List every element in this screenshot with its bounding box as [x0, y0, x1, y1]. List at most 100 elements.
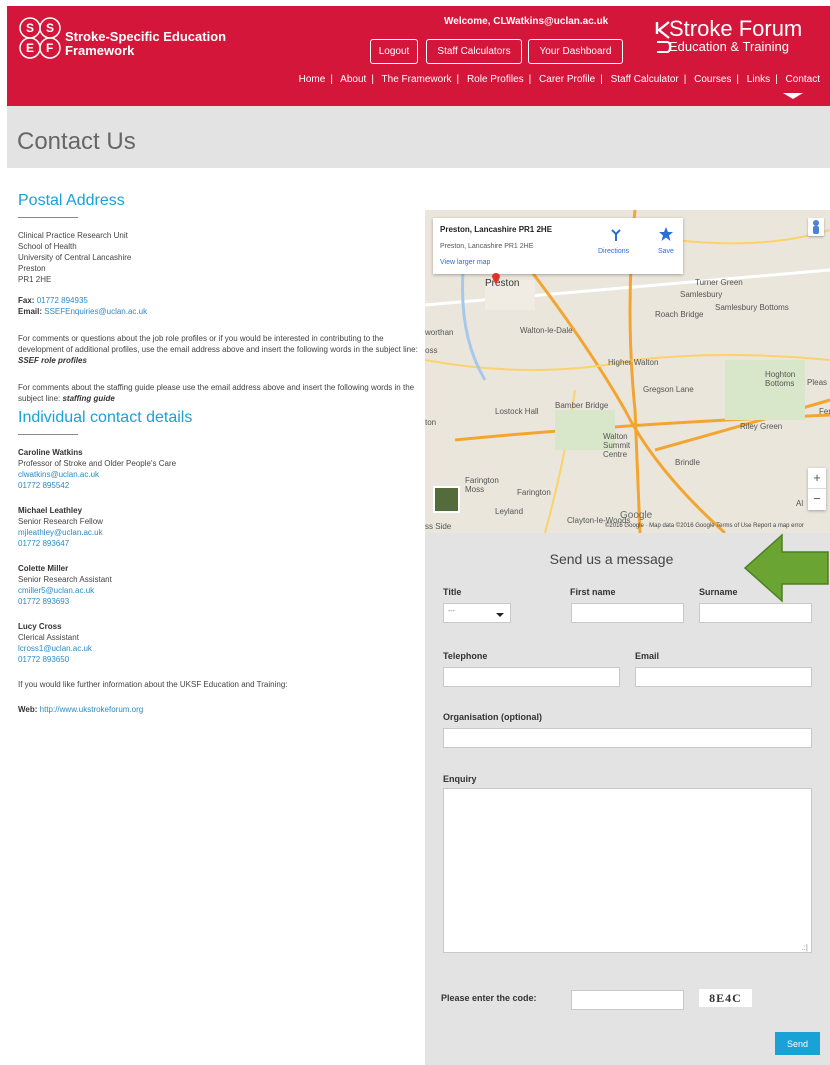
organisation-input[interactable] [443, 728, 812, 748]
contact-email-link[interactable]: cmiller5@uclan.ac.uk [18, 586, 94, 595]
page-title: Contact Us [17, 128, 136, 155]
title-select-value: --- [448, 608, 455, 615]
first-name-input[interactable] [571, 603, 684, 623]
map-place-label: Farington [517, 488, 551, 497]
fax-number-link[interactable]: 01772 894935 [37, 296, 88, 305]
site-logo-text[interactable]: Stroke-Specific Education Framework [65, 30, 226, 58]
nav-carer-profile[interactable]: Carer Profile [539, 74, 595, 85]
contact-form: Send us a message Title --- First name S… [425, 533, 830, 1065]
contact-card: Caroline Watkins Professor of Stroke and… [18, 447, 418, 491]
nav-separator: | [371, 74, 374, 85]
nav-about[interactable]: About [340, 74, 366, 85]
view-larger-map-link[interactable]: View larger map [440, 259, 490, 266]
svg-text:S: S [26, 21, 34, 35]
map-card-title: Preston, Lancashire PR1 2HE [440, 225, 553, 234]
address-line: PR1 2HE [18, 275, 52, 284]
map-place-label: Pleas [807, 378, 828, 387]
directions-icon[interactable] [609, 228, 623, 242]
uk-brand-icon [655, 21, 671, 53]
staff-calculators-button[interactable]: Staff Calculators [426, 39, 522, 64]
individual-contacts-heading: Individual contact details [18, 409, 193, 426]
brand-sub-text: Education & Training [669, 39, 789, 54]
active-nav-caret-icon [783, 93, 803, 99]
nav-role-profiles[interactable]: Role Profiles [467, 74, 524, 85]
title-select[interactable]: --- [443, 603, 511, 623]
contact-role: Senior Research Assistant [18, 575, 112, 584]
send-button[interactable]: Send [775, 1032, 820, 1055]
map-place-label: oss [425, 346, 438, 355]
map-place-label: ton [425, 418, 437, 427]
contact-card: Colette Miller Senior Research Assistant… [18, 563, 418, 607]
contact-email-link[interactable]: clwatkins@uclan.ac.uk [18, 470, 99, 479]
staffing-guide-subject: staffing guide [62, 394, 115, 403]
nav-separator: | [683, 74, 687, 85]
role-profiles-paragraph: For comments or questions about the job … [18, 333, 418, 366]
telephone-label: Telephone [443, 651, 488, 661]
enquiries-email-link[interactable]: SSEFEnquiries@uclan.ac.uk [44, 307, 147, 316]
nav-separator: | [330, 74, 333, 85]
map-place-label: Higher Walton [608, 358, 659, 367]
captcha-input[interactable] [571, 990, 684, 1010]
contact-role: Professor of Stroke and Older People's C… [18, 459, 177, 468]
map-pin-icon[interactable] [492, 273, 500, 285]
logout-button[interactable]: Logout [370, 39, 418, 64]
map-card-subtitle: Preston, Lancashire PR1 2HE [440, 243, 534, 250]
web-label: Web: [18, 705, 38, 714]
enquiry-textarea[interactable] [443, 788, 812, 953]
map-place-label: worthan [425, 328, 454, 337]
contact-email-link[interactable]: lcross1@uclan.ac.uk [18, 644, 92, 653]
role-profiles-subject: SSEF role profiles [18, 356, 87, 365]
contact-email-link[interactable]: mjleathley@uclan.ac.uk [18, 528, 103, 537]
ssef-logo-icon[interactable]: S S E F [17, 16, 63, 62]
contact-name: Lucy Cross [18, 622, 62, 631]
save-star-icon[interactable] [658, 226, 674, 242]
textarea-resize-handle-icon[interactable]: .:| [801, 943, 808, 952]
directions-link[interactable]: Directions [598, 248, 629, 255]
chevron-down-icon [496, 613, 504, 617]
map-place-label: Lostock Hall [495, 407, 539, 416]
role-profiles-text: For comments or questions about the job … [18, 334, 418, 354]
street-view-person-icon[interactable] [808, 218, 824, 236]
contact-phone-link[interactable]: 01772 893647 [18, 539, 69, 548]
map-place-label: Walton Summit Centre [603, 432, 631, 459]
nav-courses[interactable]: Courses [694, 74, 731, 85]
green-arrow-pointer-icon [743, 533, 829, 603]
website-link[interactable]: http://www.ukstrokeforum.org [40, 705, 144, 714]
satellite-toggle-button[interactable] [433, 486, 460, 513]
save-link[interactable]: Save [658, 248, 674, 255]
contact-phone-link[interactable]: 01772 895542 [18, 481, 69, 490]
telephone-input[interactable] [443, 667, 620, 687]
captcha-label: Please enter the code: [441, 993, 537, 1003]
contact-role: Clerical Assistant [18, 633, 79, 642]
contact-phone-link[interactable]: 01772 893693 [18, 597, 69, 606]
logo-text-line2: Framework [65, 43, 135, 58]
postal-address: Clinical Practice Research Unit School o… [18, 230, 418, 285]
zoom-out-button[interactable]: − [808, 489, 826, 510]
svg-text:F: F [46, 41, 53, 55]
page-title-band: Contact Us [7, 106, 830, 168]
nav-the-framework[interactable]: The Framework [382, 74, 452, 85]
logo-text-line1: Stroke-Specific Education [65, 29, 227, 44]
address-line: School of Health [18, 242, 77, 251]
nav-contact[interactable]: Contact [786, 74, 820, 85]
svg-text:E: E [26, 41, 34, 55]
map-place-label: Al [796, 499, 804, 508]
nav-home[interactable]: Home [299, 74, 326, 85]
main-nav: Home | About | The Framework | Role Profile… [299, 74, 820, 85]
contact-phone-link[interactable]: 01772 893650 [18, 655, 69, 664]
divider [18, 434, 78, 435]
nav-separator: | [456, 74, 460, 85]
contact-name: Caroline Watkins [18, 448, 83, 457]
google-map[interactable]: Preston Samlesbury Samlesbury Bottoms Ro… [425, 210, 830, 533]
map-footer[interactable]: ©2016 Google · Map data ©2016 Google Ter… [605, 523, 804, 529]
zoom-in-button[interactable]: + [808, 468, 826, 489]
stroke-forum-brand[interactable]: Stroke Forum Education & Training [655, 18, 802, 54]
map-place-label: Hoghton Bottoms [765, 370, 796, 388]
nav-links[interactable]: Links [747, 74, 770, 85]
map-place-label: Leyland [495, 507, 524, 516]
nav-staff-calculator[interactable]: Staff Calculator [611, 74, 679, 85]
surname-label: Surname [699, 587, 738, 597]
email-input[interactable] [635, 667, 812, 687]
svg-text:S: S [46, 21, 54, 35]
your-dashboard-button[interactable]: Your Dashboard [528, 39, 623, 64]
